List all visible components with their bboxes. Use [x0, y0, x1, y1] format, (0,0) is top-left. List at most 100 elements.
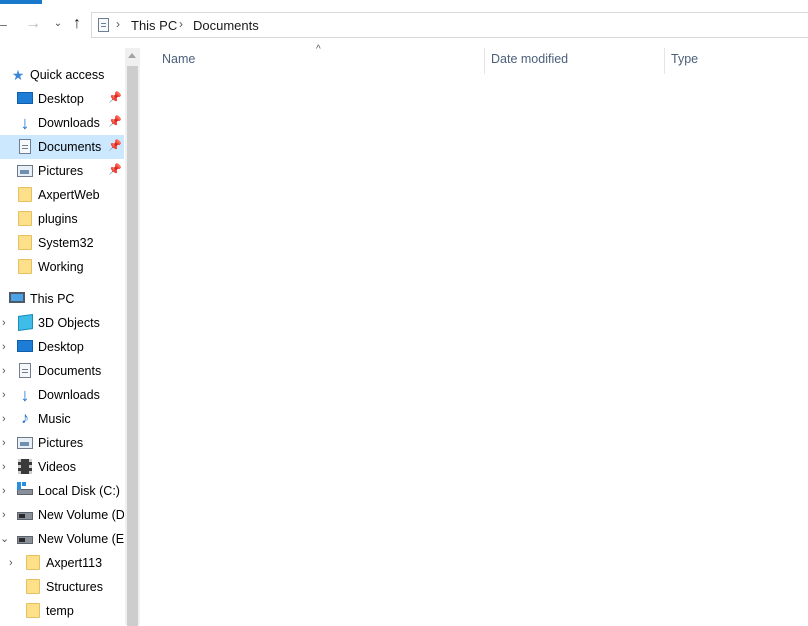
sidebar-item-this-pc[interactable]: This PC [0, 287, 124, 311]
chevron-right-icon[interactable]: › [2, 436, 12, 450]
chevron-right-icon[interactable]: › [2, 460, 12, 474]
column-header-name[interactable]: Name [162, 52, 482, 74]
arrow-left-icon: ← [0, 15, 10, 32]
sidebar-item-label: Videos [38, 460, 76, 474]
sidebar-item-label: System32 [38, 236, 94, 250]
column-header-date-modified[interactable]: Date modified [491, 52, 661, 74]
address-bar[interactable]: › This PC › Documents [91, 12, 808, 38]
sidebar-item-documents[interactable]: Documents 📌 [0, 135, 124, 159]
breadcrumb-documents[interactable]: Documents [193, 18, 259, 33]
sidebar-item-label: Documents [38, 364, 102, 378]
pin-icon: 📌 [108, 92, 122, 104]
download-icon: ↓ [20, 385, 30, 405]
drive-icon [17, 512, 33, 520]
sidebar-item-temp[interactable]: temp [0, 599, 124, 623]
forward-button[interactable]: → [25, 15, 41, 33]
pin-icon: 📌 [108, 116, 122, 128]
sidebar-item-structures[interactable]: Structures [0, 575, 124, 599]
sidebar-item-pictures[interactable]: Pictures 📌 [0, 159, 124, 183]
sidebar-item-label: Downloads [38, 116, 100, 130]
sidebar-scrollbar[interactable] [125, 48, 140, 626]
chevron-right-icon[interactable]: › [2, 388, 12, 402]
navigation-pane: ★ Quick access Desktop 📌 ↓ Downloads 📌 D… [0, 48, 124, 625]
chevron-right-icon[interactable]: › [9, 556, 19, 570]
star-icon: ★ [11, 67, 25, 83]
documents-icon [98, 18, 109, 32]
sidebar-item-label: 3D Objects [38, 316, 100, 330]
sidebar-item-pc-desktop[interactable]: › Desktop [0, 335, 124, 359]
sidebar-item-downloads[interactable]: ↓ Downloads 📌 [0, 111, 124, 135]
sidebar-item-pc-downloads[interactable]: › ↓ Downloads [0, 383, 124, 407]
pin-icon: 📌 [108, 140, 122, 152]
column-divider[interactable] [484, 48, 485, 74]
sidebar-item-label: Pictures [38, 164, 84, 178]
sidebar-item-axpertweb[interactable]: AxpertWeb [0, 183, 124, 207]
back-button[interactable]: ← [0, 15, 10, 33]
computer-icon [9, 292, 25, 303]
folder-icon [18, 211, 32, 226]
sidebar-item-label: plugins [38, 212, 78, 226]
music-icon: ♪ [21, 410, 29, 427]
sidebar-item-new-volume-d[interactable]: › New Volume (D: [0, 503, 124, 527]
folder-icon [26, 555, 40, 570]
sidebar-item-label: Music [38, 412, 71, 426]
up-button[interactable]: ↑ [69, 15, 85, 33]
chevron-down-icon[interactable]: ⌄ [0, 532, 10, 546]
title-accent-bar [0, 0, 42, 4]
navigation-bar: ← → ⌄ ↑ › This PC › Documents [0, 6, 808, 46]
drive-icon [17, 536, 33, 544]
sidebar-item-label: New Volume (D: [38, 508, 124, 522]
desktop-icon [17, 340, 33, 352]
pictures-icon [17, 437, 33, 449]
sidebar-item-pc-documents[interactable]: › Documents [0, 359, 124, 383]
folder-icon [18, 235, 32, 250]
sidebar-item-label: Documents [38, 140, 102, 154]
sidebar-item-label: Downloads [38, 388, 100, 402]
sidebar-item-new-volume-e[interactable]: ⌄ New Volume (E:) [0, 527, 124, 551]
folder-icon [18, 187, 32, 202]
chevron-right-icon[interactable]: › [2, 340, 12, 354]
column-header-type[interactable]: Type [671, 52, 801, 74]
breadcrumb-this-pc[interactable]: This PC [131, 18, 177, 33]
chevron-right-icon[interactable]: › [2, 484, 12, 498]
chevron-right-icon[interactable]: › [2, 364, 12, 378]
sidebar-item-label: AxpertWeb [38, 188, 100, 202]
chevron-right-icon[interactable]: › [116, 17, 120, 31]
3d-objects-icon [18, 313, 33, 332]
sidebar-item-local-disk-c[interactable]: › Local Disk (C:) [0, 479, 124, 503]
sidebar-item-system32[interactable]: System32 [0, 231, 124, 255]
chevron-right-icon[interactable]: › [2, 316, 12, 330]
file-list-empty-area[interactable] [141, 76, 808, 625]
sidebar-item-music[interactable]: › ♪ Music [0, 407, 124, 431]
chevron-down-icon: ⌄ [53, 18, 63, 29]
sidebar-item-label: New Volume (E:) [38, 532, 124, 546]
scroll-up-arrow-icon[interactable] [128, 53, 136, 58]
download-icon: ↓ [20, 113, 30, 133]
chevron-right-icon[interactable]: › [2, 508, 12, 522]
sidebar-item-label: Desktop [38, 92, 84, 106]
sidebar-item-videos[interactable]: › Videos [0, 455, 124, 479]
sidebar-item-label: Working [38, 260, 84, 274]
video-icon [18, 459, 32, 474]
scrollbar-thumb[interactable] [127, 66, 138, 626]
sidebar-item-label: Desktop [38, 340, 84, 354]
sidebar-item-label: Pictures [38, 436, 84, 450]
column-divider[interactable] [664, 48, 665, 74]
documents-icon [19, 139, 31, 154]
sidebar-item-pc-pictures[interactable]: › Pictures [0, 431, 124, 455]
folder-icon [26, 579, 40, 594]
sidebar-item-label: Quick access [30, 68, 105, 82]
sidebar-item-3d-objects[interactable]: › 3D Objects [0, 311, 124, 335]
chevron-right-icon[interactable]: › [2, 412, 12, 426]
sidebar-item-label: Local Disk (C:) [38, 484, 120, 498]
sidebar-item-axpert113[interactable]: › Axpert113 [0, 551, 124, 575]
sidebar-item-quick-access[interactable]: ★ Quick access [0, 63, 124, 87]
sidebar-item-label: temp [46, 604, 74, 618]
sidebar-item-plugins[interactable]: plugins [0, 207, 124, 231]
sidebar-item-desktop[interactable]: Desktop 📌 [0, 87, 124, 111]
sidebar-item-working[interactable]: Working [0, 255, 124, 279]
sidebar-item-label: Axpert113 [46, 556, 103, 570]
chevron-right-icon[interactable]: › [179, 17, 183, 31]
folder-icon [26, 603, 40, 618]
recent-locations-button[interactable]: ⌄ [50, 15, 66, 33]
